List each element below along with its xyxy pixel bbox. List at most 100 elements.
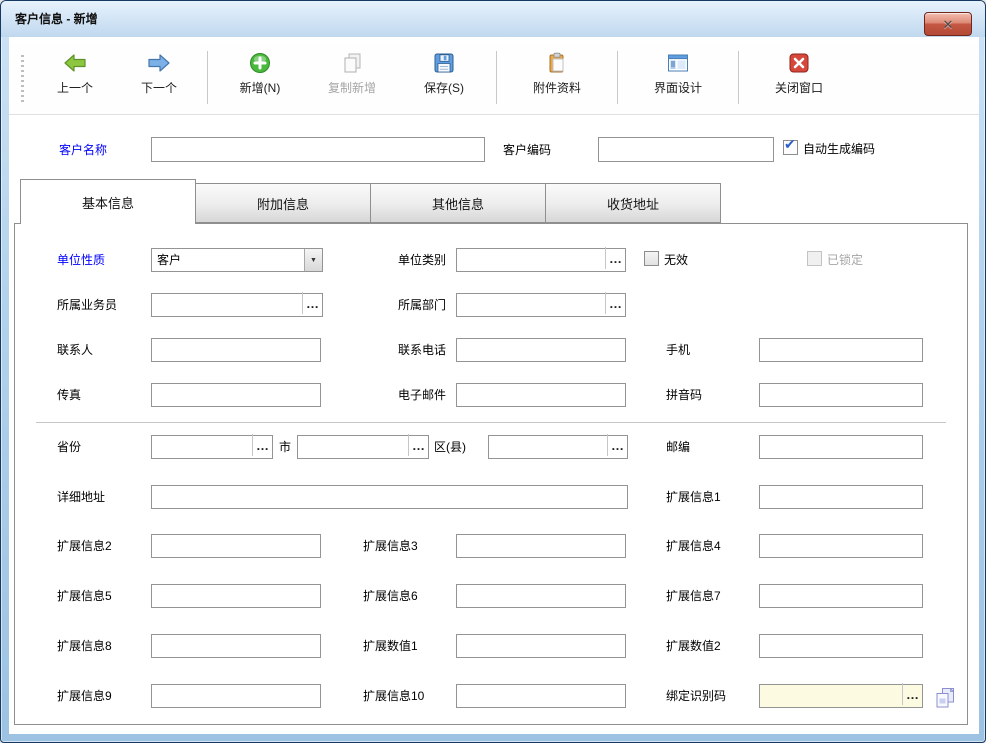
window-title: 客户信息 - 新增	[15, 10, 98, 27]
invalid-checkbox[interactable]	[644, 251, 659, 266]
tab-label: 基本信息	[82, 193, 134, 212]
email-input[interactable]	[456, 383, 626, 407]
field-label-ext9: 扩展信息9	[57, 688, 112, 704]
field-label-ext1: 扩展信息1	[666, 489, 721, 505]
dropdown-button[interactable]: ▼	[304, 249, 322, 271]
locked-checkbox	[807, 251, 822, 266]
toolbar-grip[interactable]	[21, 55, 24, 102]
ellipsis-picker-button[interactable]: …	[252, 434, 272, 456]
tab-label: 附加信息	[257, 194, 309, 213]
section-divider	[36, 422, 946, 423]
ellipsis-picker-button[interactable]: …	[902, 683, 922, 705]
toolbar: 上一个 下一个 新增(N) 复制新增	[9, 43, 979, 115]
toolbar-button-attachments[interactable]: 附件资料	[503, 43, 611, 114]
window-content: 上一个 下一个 新增(N) 复制新增	[9, 37, 979, 734]
unit-nature-select[interactable]: 客户 ▼	[151, 248, 323, 272]
field-label-ext5: 扩展信息5	[57, 588, 112, 604]
toolbar-button-new[interactable]: 新增(N)	[214, 43, 306, 114]
field-label-department: 所属部门	[363, 297, 446, 313]
close-button[interactable]: ✕	[924, 12, 972, 36]
ext10-input[interactable]	[456, 684, 626, 708]
field-label-ext7: 扩展信息7	[666, 588, 721, 604]
ellipsis-picker-button[interactable]: …	[607, 434, 627, 456]
copy-binding-code-button[interactable]	[933, 686, 957, 710]
toolbar-button-label: 界面设计	[654, 79, 702, 96]
arrow-right-icon	[146, 50, 172, 76]
field-label-district: 区(县)	[434, 439, 466, 455]
binding-code-input[interactable]	[760, 685, 902, 707]
tab-label: 收货地址	[607, 194, 659, 213]
customer-code-input[interactable]	[598, 137, 774, 162]
ext6-input[interactable]	[456, 584, 626, 608]
title-bar[interactable]: 客户信息 - 新增 ✕	[1, 1, 985, 37]
unit-category-field[interactable]: …	[456, 248, 626, 272]
tab-basic-info[interactable]: 基本信息	[20, 179, 196, 224]
copy-new-icon	[339, 50, 365, 76]
salesman-field[interactable]: …	[151, 293, 323, 317]
binding-code-field[interactable]: …	[759, 684, 923, 708]
ext2-input[interactable]	[151, 534, 321, 558]
province-field[interactable]: …	[151, 435, 273, 459]
district-input[interactable]	[489, 436, 607, 458]
num1-input[interactable]	[456, 634, 626, 658]
field-label-num2: 扩展数值2	[666, 638, 721, 654]
ui-design-icon	[665, 50, 691, 76]
mobile-input[interactable]	[759, 338, 923, 362]
toolbar-button-save[interactable]: 保存(S)	[398, 43, 490, 114]
unit-nature-value: 客户	[152, 249, 304, 271]
field-label-mobile: 手机	[666, 342, 690, 358]
department-input[interactable]	[457, 294, 605, 316]
department-field[interactable]: …	[456, 293, 626, 317]
toolbar-button-ui-design[interactable]: 界面设计	[624, 43, 732, 114]
contact-input[interactable]	[151, 338, 321, 362]
field-label-ext10: 扩展信息10	[363, 688, 424, 704]
field-label-salesman: 所属业务员	[57, 297, 117, 313]
ellipsis-picker-button[interactable]: …	[408, 434, 428, 456]
city-field[interactable]: …	[297, 435, 429, 459]
ext5-input[interactable]	[151, 584, 321, 608]
tab-shipping-address[interactable]: 收货地址	[545, 183, 721, 223]
field-label-customer-code: 客户编码	[503, 142, 551, 158]
ext8-input[interactable]	[151, 634, 321, 658]
district-field[interactable]: …	[488, 435, 628, 459]
toolbar-button-copy-new[interactable]: 复制新增	[306, 43, 398, 114]
auto-generate-code-checkbox[interactable]: ✔	[783, 140, 798, 155]
auto-generate-code-label: 自动生成编码	[803, 141, 875, 157]
field-label-ext3: 扩展信息3	[363, 538, 418, 554]
customer-info-window: 客户信息 - 新增 ✕ 上一个 下一个	[0, 0, 986, 743]
unit-category-input[interactable]	[457, 249, 605, 271]
ellipsis-picker-button[interactable]: …	[605, 247, 625, 269]
field-label-city: 市	[279, 439, 291, 455]
tab-additional-info[interactable]: 附加信息	[195, 183, 371, 223]
field-label-email: 电子邮件	[363, 387, 446, 403]
ext9-input[interactable]	[151, 684, 321, 708]
field-label-zipcode: 邮编	[666, 439, 690, 455]
ext1-input[interactable]	[759, 485, 923, 509]
field-label-ext8: 扩展信息8	[57, 638, 112, 654]
toolbar-button-next[interactable]: 下一个	[117, 43, 201, 114]
ext7-input[interactable]	[759, 584, 923, 608]
field-label-unit-category: 单位类别	[363, 252, 446, 268]
num2-input[interactable]	[759, 634, 923, 658]
toolbar-button-close-window[interactable]: 关闭窗口	[745, 43, 853, 114]
fax-input[interactable]	[151, 383, 321, 407]
customer-name-input[interactable]	[151, 137, 485, 162]
tab-other-info[interactable]: 其他信息	[370, 183, 546, 223]
ellipsis-picker-button[interactable]: …	[605, 292, 625, 314]
locked-label: 已锁定	[827, 252, 863, 268]
ext4-input[interactable]	[759, 534, 923, 558]
province-input[interactable]	[152, 436, 252, 458]
city-input[interactable]	[298, 436, 408, 458]
toolbar-separator	[738, 51, 739, 104]
ext3-input[interactable]	[456, 534, 626, 558]
toolbar-button-previous[interactable]: 上一个	[33, 43, 117, 114]
field-label-ext4: 扩展信息4	[666, 538, 721, 554]
toolbar-button-label: 附件资料	[533, 79, 581, 96]
pinyin-input[interactable]	[759, 383, 923, 407]
salesman-input[interactable]	[152, 294, 302, 316]
address-input[interactable]	[151, 485, 628, 509]
zipcode-input[interactable]	[759, 435, 923, 459]
phone-input[interactable]	[456, 338, 626, 362]
ellipsis-picker-button[interactable]: …	[302, 292, 322, 314]
toolbar-separator	[207, 51, 208, 104]
